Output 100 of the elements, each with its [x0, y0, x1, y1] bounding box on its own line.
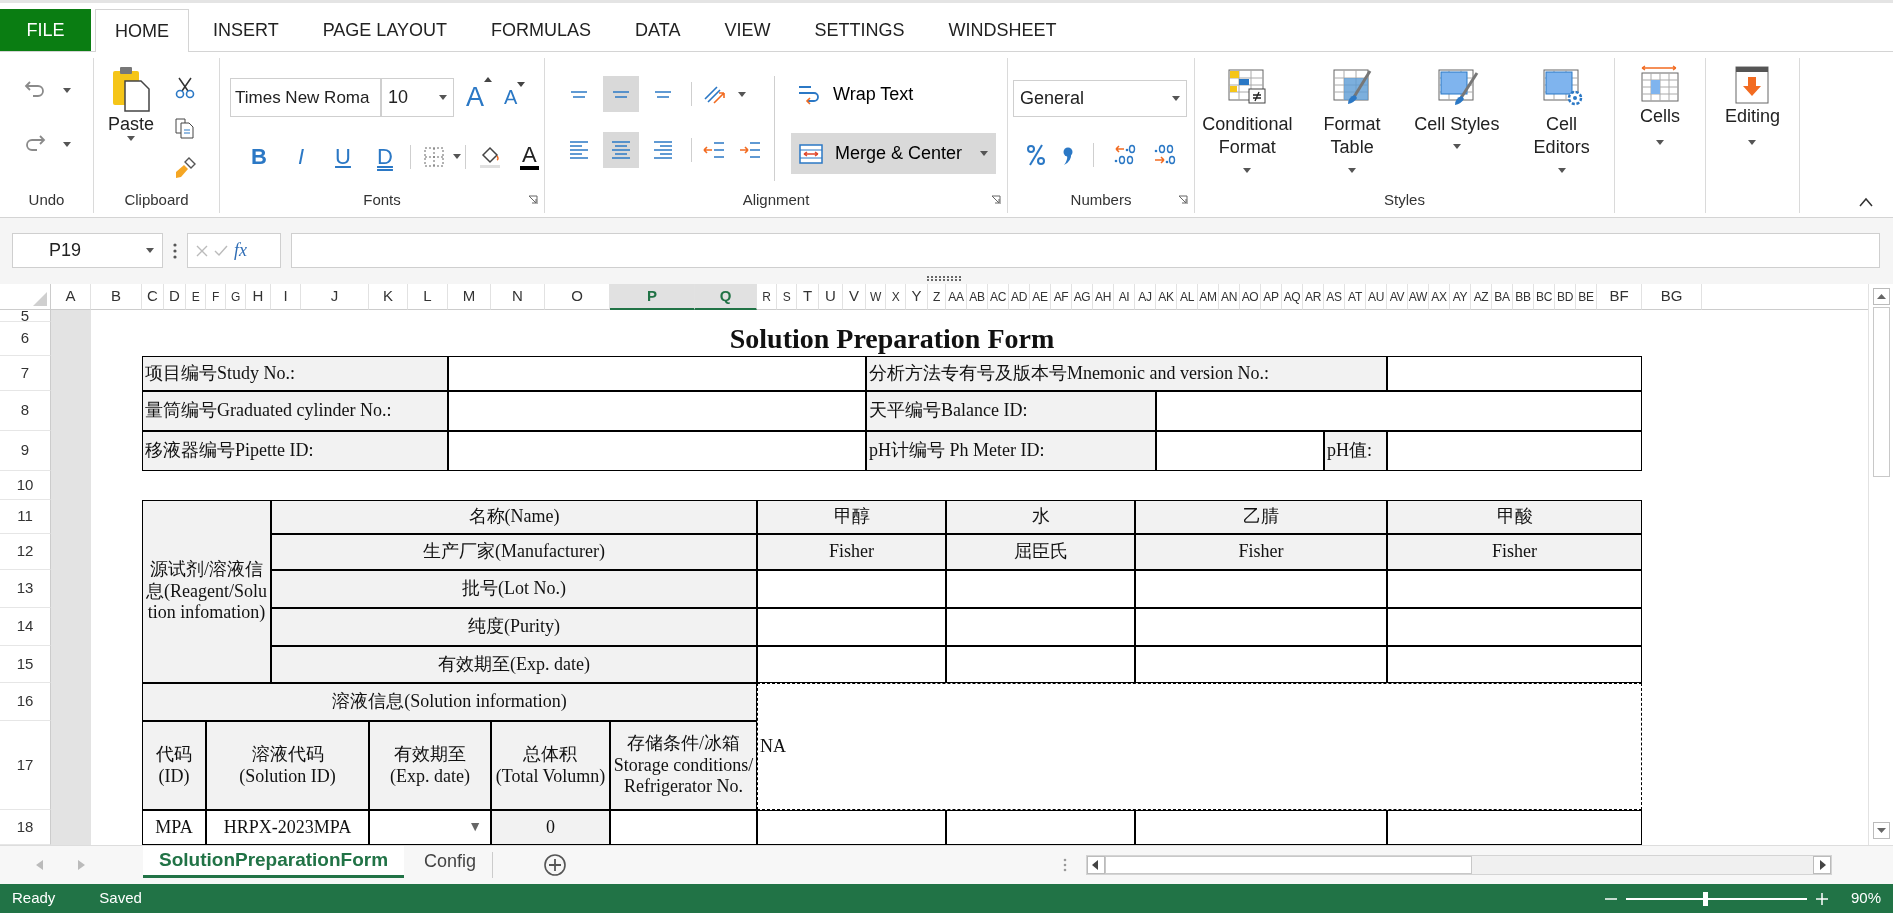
check-icon[interactable]	[214, 244, 228, 257]
insert-function-button[interactable]: fx	[234, 237, 247, 264]
column-header[interactable]: C	[142, 284, 164, 310]
caret-icon[interactable]	[1348, 167, 1357, 173]
column-header[interactable]: AD	[1009, 284, 1030, 310]
column-header[interactable]: AL	[1177, 284, 1198, 310]
column-header[interactable]: BG	[1642, 284, 1702, 310]
column-header[interactable]: BA	[1492, 284, 1513, 310]
menu-tab[interactable]: VIEW	[704, 9, 791, 51]
column-header[interactable]: AT	[1345, 284, 1366, 310]
decrease-decimal-icon[interactable]	[1112, 143, 1138, 167]
dialog-launcher-icon[interactable]	[528, 195, 538, 205]
column-header[interactable]: T	[797, 284, 819, 310]
column-header[interactable]: BF	[1597, 284, 1642, 310]
column-header[interactable]: E	[186, 284, 206, 310]
column-header[interactable]: K	[369, 284, 408, 310]
column-header[interactable]: AJ	[1135, 284, 1156, 310]
column-header[interactable]: U	[819, 284, 843, 310]
sheet-tab[interactable]: Config	[408, 845, 493, 878]
caret-icon[interactable]	[62, 141, 71, 147]
style-command-button[interactable]: Cell Editors	[1511, 66, 1612, 187]
font-name-field[interactable]: Times New Roma	[230, 77, 381, 117]
column-header[interactable]: AF	[1051, 284, 1072, 310]
column-header[interactable]: AE	[1030, 284, 1051, 310]
caret-icon[interactable]	[1243, 167, 1252, 173]
column-header[interactable]: AR	[1303, 284, 1324, 310]
caret-icon[interactable]	[127, 136, 135, 142]
column-header[interactable]: BB	[1513, 284, 1534, 310]
name-box[interactable]: P19	[12, 233, 163, 268]
column-header[interactable]: AX	[1429, 284, 1450, 310]
scrollbar-thumb[interactable]	[1872, 307, 1890, 477]
cells-button[interactable]: Cells	[1632, 64, 1688, 187]
column-header[interactable]: Q	[695, 284, 757, 310]
scroll-up-icon[interactable]	[1872, 288, 1890, 305]
double-underline-button[interactable]: D	[364, 138, 406, 175]
caret-icon[interactable]	[453, 154, 461, 159]
column-header[interactable]: I	[271, 284, 301, 310]
column-header[interactable]: Y	[906, 284, 928, 310]
italic-button[interactable]: I	[280, 138, 322, 175]
column-header[interactable]: N	[491, 284, 545, 310]
column-header[interactable]: AM	[1198, 284, 1219, 310]
slider-thumb[interactable]	[1703, 891, 1709, 906]
column-header[interactable]: AQ	[1282, 284, 1303, 310]
column-header[interactable]: AI	[1114, 284, 1135, 310]
grow-font-button[interactable]: A	[466, 77, 492, 118]
column-header[interactable]: AA	[946, 284, 967, 310]
caret-icon[interactable]	[439, 94, 447, 100]
column-header[interactable]: D	[164, 284, 186, 310]
column-header[interactable]: AG	[1072, 284, 1093, 310]
zoom-in-icon[interactable]	[1814, 891, 1829, 906]
column-header[interactable]: B	[91, 284, 142, 310]
more-options-icon[interactable]	[173, 243, 177, 259]
scissors-icon[interactable]	[174, 77, 197, 99]
column-header[interactable]: AK	[1156, 284, 1177, 310]
column-header[interactable]: Z	[928, 284, 946, 310]
column-header[interactable]: X	[886, 284, 906, 310]
column-header[interactable]: AO	[1240, 284, 1261, 310]
column-header[interactable]: AP	[1261, 284, 1282, 310]
column-header[interactable]: L	[408, 284, 448, 310]
scrollbar-thumb[interactable]	[1105, 856, 1473, 874]
dialog-launcher-icon[interactable]	[991, 195, 1001, 205]
copy-icon[interactable]	[174, 117, 197, 139]
scroll-right-icon[interactable]	[1813, 856, 1832, 874]
formula-input[interactable]	[291, 233, 1880, 268]
splitter-handle-icon[interactable]	[927, 276, 963, 281]
shrink-font-button[interactable]: A	[504, 82, 526, 113]
scroll-down-icon[interactable]	[1872, 822, 1890, 839]
style-command-button[interactable]: Format Table	[1302, 66, 1403, 187]
caret-icon[interactable]	[1452, 144, 1461, 150]
caret-icon[interactable]	[1656, 140, 1664, 146]
column-header[interactable]: S	[777, 284, 797, 310]
column-header[interactable]: G	[226, 284, 246, 310]
column-header[interactable]: F	[206, 284, 226, 310]
menu-tab[interactable]: INSERT	[193, 9, 299, 51]
collapse-chevron-icon[interactable]	[1858, 197, 1874, 207]
paintbrush-icon[interactable]	[174, 157, 197, 179]
font-size-field[interactable]: 10	[381, 77, 454, 117]
column-header[interactable]: AW	[1408, 284, 1429, 310]
menu-tab[interactable]: DATA	[615, 9, 701, 51]
column-header[interactable]: AZ	[1471, 284, 1492, 310]
menu-tab[interactable]: SETTINGS	[794, 9, 925, 51]
column-header[interactable]: AV	[1387, 284, 1408, 310]
paste-button[interactable]: Paste	[102, 64, 161, 187]
caret-icon[interactable]	[738, 91, 746, 97]
editing-button[interactable]: Editing	[1718, 64, 1786, 187]
font-color-button[interactable]: A	[520, 143, 539, 170]
menu-tab[interactable]: PAGE LAYOUT	[302, 9, 468, 51]
wrap-text-button[interactable]: Wrap Text	[791, 76, 990, 112]
caret-icon[interactable]	[146, 248, 154, 253]
dialog-launcher-icon[interactable]	[1178, 195, 1188, 205]
column-header[interactable]: AB	[967, 284, 988, 310]
style-command-button[interactable]: Cell Styles	[1406, 66, 1507, 187]
menu-tab[interactable]: FILE	[0, 9, 91, 51]
scroll-left-icon[interactable]	[1087, 856, 1106, 874]
column-header[interactable]: P	[610, 284, 695, 310]
caret-icon[interactable]	[980, 151, 988, 156]
column-header[interactable]: R	[757, 284, 777, 310]
sheet-tab[interactable]: SolutionPreparationForm	[143, 845, 405, 878]
column-header[interactable]: AN	[1219, 284, 1240, 310]
column-header[interactable]: H	[246, 284, 271, 310]
